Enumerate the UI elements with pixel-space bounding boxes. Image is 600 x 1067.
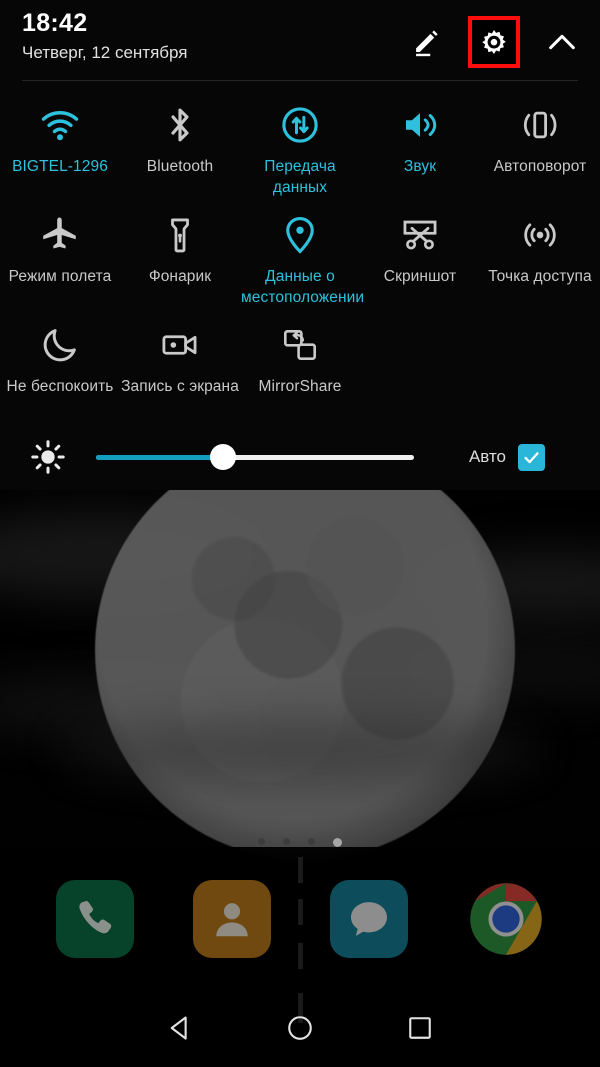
screenshot-icon bbox=[399, 212, 441, 258]
check-icon bbox=[524, 451, 539, 463]
home-circle-icon bbox=[288, 1015, 312, 1040]
clock-block: 18:42 Четверг, 12 сентября bbox=[22, 8, 188, 66]
flashlight-icon bbox=[159, 212, 201, 258]
phone-icon bbox=[78, 901, 111, 934]
tile-screenshot[interactable]: Скриншот bbox=[360, 202, 480, 312]
home-screen bbox=[0, 490, 600, 1067]
wallpaper-moon-night bbox=[0, 490, 600, 1067]
tile-wifi[interactable]: BIGTEL-1296 bbox=[0, 92, 120, 202]
tile-label: Bluetooth bbox=[146, 158, 214, 175]
recents-square-icon bbox=[409, 1016, 431, 1039]
tile-flashlight[interactable]: Фонарик bbox=[120, 202, 240, 312]
app-contacts[interactable] bbox=[192, 880, 271, 958]
tiles-grid: BIGTEL-1296 Bluetooth Передача данных Зв… bbox=[0, 92, 600, 422]
tile-mirrorshare[interactable]: MirrorShare bbox=[240, 312, 360, 422]
chrome-icon bbox=[469, 883, 542, 955]
volume-icon bbox=[399, 102, 441, 148]
auto-brightness-label: Авто bbox=[468, 447, 507, 466]
tile-bluetooth[interactable]: Bluetooth bbox=[120, 92, 240, 202]
nav-back-button[interactable] bbox=[157, 1005, 203, 1051]
tile-auto-rotate[interactable]: Автоповорот bbox=[480, 92, 600, 202]
tile-label: Фонарик bbox=[148, 268, 212, 285]
tile-mobile-data[interactable]: Передача данных bbox=[240, 92, 360, 202]
tile-screen-record[interactable]: Запись с экрана bbox=[120, 312, 240, 422]
tile-label: Запись с экрана bbox=[121, 378, 239, 395]
tile-label: Точка доступа bbox=[488, 268, 592, 285]
screen-record-icon bbox=[159, 322, 201, 368]
tile-label: MirrorShare bbox=[258, 378, 342, 395]
auto-rotate-icon bbox=[519, 102, 561, 148]
navigation-bar bbox=[0, 988, 600, 1067]
brightness-icon bbox=[0, 438, 96, 476]
tile-label: BIGTEL-1296 bbox=[12, 158, 108, 175]
quick-settings-panel: 18:42 Четверг, 12 сентября BIGTEL-1296 B… bbox=[0, 0, 600, 490]
app-phone[interactable] bbox=[55, 880, 134, 958]
hotspot-icon bbox=[519, 212, 561, 258]
nav-home-button[interactable] bbox=[277, 1005, 323, 1051]
auto-brightness-toggle[interactable]: Авто bbox=[414, 443, 600, 471]
app-chrome[interactable] bbox=[467, 880, 545, 958]
gear-icon bbox=[482, 29, 506, 55]
tile-label: Не беспокоить bbox=[6, 378, 114, 395]
status-date: Четверг, 12 сентября bbox=[22, 43, 188, 62]
tile-sound[interactable]: Звук bbox=[360, 92, 480, 202]
header-actions bbox=[402, 16, 586, 68]
tile-do-not-disturb[interactable]: Не беспокоить bbox=[0, 312, 120, 422]
tile-label: Автоповорот bbox=[493, 158, 587, 175]
status-time: 18:42 bbox=[22, 9, 88, 37]
tile-airplane-mode[interactable]: Режим полета bbox=[0, 202, 120, 312]
tile-label: Режим полета bbox=[8, 268, 112, 285]
app-messages[interactable] bbox=[329, 880, 408, 958]
slider-fill bbox=[96, 454, 224, 460]
bluetooth-icon bbox=[159, 102, 201, 148]
moon-icon bbox=[39, 322, 81, 368]
app-dock bbox=[0, 880, 600, 958]
quick-settings-header: 18:42 Четверг, 12 сентября bbox=[0, 0, 600, 82]
pencil-icon bbox=[416, 30, 438, 57]
page-dot[interactable] bbox=[308, 838, 315, 845]
location-pin-icon bbox=[279, 212, 321, 258]
mirror-share-icon bbox=[279, 322, 321, 368]
tile-label: Скриншот bbox=[383, 268, 457, 285]
header-divider bbox=[22, 80, 578, 81]
chevron-up-icon bbox=[549, 34, 575, 50]
auto-brightness-checkbox[interactable] bbox=[518, 443, 546, 471]
airplane-icon bbox=[39, 212, 81, 258]
edit-tiles-button[interactable] bbox=[402, 18, 450, 66]
tile-label: Передача данных bbox=[264, 158, 336, 196]
contacts-icon bbox=[215, 903, 248, 937]
tile-hotspot[interactable]: Точка доступа bbox=[480, 202, 600, 312]
brightness-row: Авто bbox=[0, 432, 600, 482]
brightness-slider[interactable] bbox=[96, 444, 414, 470]
tile-label: Данные о местоположении bbox=[241, 268, 365, 306]
message-icon bbox=[350, 902, 387, 936]
tile-location[interactable]: Данные о местоположении bbox=[240, 202, 365, 312]
wifi-icon bbox=[39, 102, 81, 148]
page-dot-active[interactable] bbox=[333, 838, 342, 847]
tile-label: Звук bbox=[403, 158, 437, 175]
data-transfer-icon bbox=[279, 102, 321, 148]
collapse-panel-button[interactable] bbox=[538, 18, 586, 66]
page-dot[interactable] bbox=[258, 838, 265, 845]
moon-graphic bbox=[95, 490, 515, 860]
page-indicator bbox=[0, 838, 600, 847]
slider-knob[interactable] bbox=[210, 444, 237, 470]
settings-button[interactable] bbox=[468, 16, 520, 68]
nav-recents-button[interactable] bbox=[397, 1005, 443, 1051]
back-triangle-icon bbox=[170, 1015, 187, 1040]
page-dot[interactable] bbox=[283, 838, 290, 845]
